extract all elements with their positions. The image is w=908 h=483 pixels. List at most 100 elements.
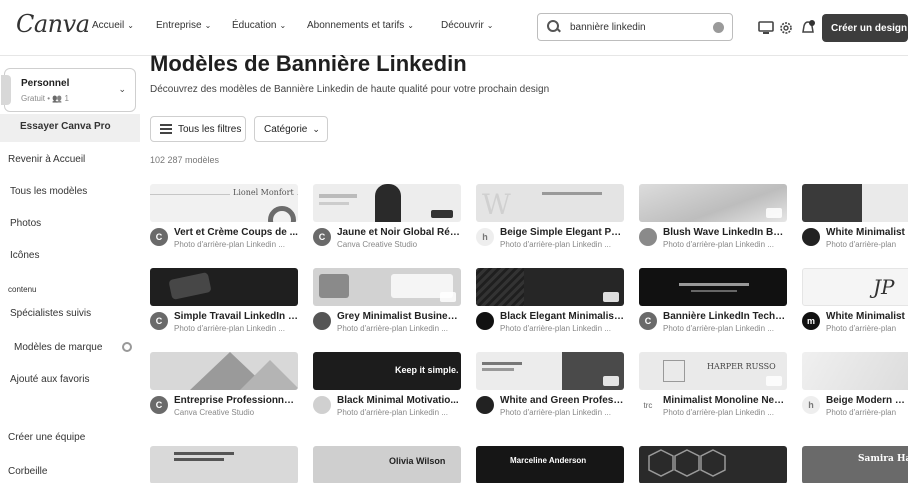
template-thumbnail[interactable] — [313, 184, 461, 222]
template-thumbnail[interactable]: W — [476, 184, 624, 222]
creator-avatar — [802, 228, 820, 246]
template-thumbnail[interactable] — [476, 352, 624, 390]
template-thumbnail[interactable]: JP — [802, 268, 908, 306]
template-title: Black Elegant Minimalist ... — [500, 311, 624, 322]
creator-avatar — [476, 312, 494, 330]
template-thumbnail[interactable] — [802, 184, 908, 222]
clear-search-icon[interactable] — [713, 22, 724, 33]
premium-crown-icon — [440, 292, 456, 302]
template-thumbnail[interactable] — [639, 446, 787, 483]
nav-abonnements[interactable]: Abonnements et tarifs ⌄ — [307, 20, 414, 31]
template-thumbnail[interactable] — [150, 352, 298, 390]
template-card[interactable]: White Minimalist Photo d'arrière-plan — [802, 184, 908, 264]
template-title: Grey Minimalist Business... — [337, 311, 461, 322]
template-card[interactable] — [639, 446, 787, 483]
hexagon-pattern — [648, 449, 726, 477]
template-thumbnail[interactable] — [313, 268, 461, 306]
thumbnail-text: Olivia Wilson — [389, 456, 446, 466]
template-thumbnail[interactable] — [802, 352, 908, 390]
template-title: Beige Modern Ele — [826, 395, 908, 406]
template-title: Minimalist Monoline Neu... — [663, 395, 787, 406]
chevron-down-icon: ⌄ — [486, 21, 494, 30]
search-bar[interactable] — [537, 13, 733, 41]
all-filters-button[interactable]: Tous les filtres — [150, 116, 246, 142]
search-icon — [546, 19, 562, 35]
account-plan: Gratuit • 👥 1 — [21, 94, 69, 103]
creator-avatar: C — [150, 228, 168, 246]
template-thumbnail[interactable] — [476, 268, 624, 306]
template-card[interactable]: h Beige Modern Ele Photo d'arrière-plan — [802, 352, 908, 432]
creator-avatar — [313, 312, 331, 330]
premium-crown-icon — [766, 376, 782, 386]
template-subtitle: Photo d'arrière-plan — [826, 240, 897, 249]
template-card[interactable] — [150, 446, 298, 483]
try-canva-pro-button[interactable]: Essayer Canva Pro — [0, 114, 140, 142]
results-count: 102 287 modèles — [150, 155, 220, 165]
template-subtitle: Photo d'arrière-plan Linkedin ... — [500, 408, 611, 417]
nav-label: Abonnements et tarifs — [307, 20, 405, 31]
template-thumbnail[interactable] — [639, 184, 787, 222]
template-thumbnail[interactable]: Marceline Anderson — [476, 446, 624, 483]
category-label: Catégorie — [264, 123, 308, 135]
sidebar-item-photos[interactable]: Photos — [10, 218, 41, 229]
creator-avatar: C — [150, 396, 168, 414]
template-subtitle: Photo d'arrière-plan Linkedin ... — [337, 324, 448, 333]
template-thumbnail[interactable] — [639, 268, 787, 306]
template-subtitle: Canva Creative Studio — [337, 240, 418, 249]
template-card[interactable]: Olivia Wilson — [313, 446, 461, 483]
template-thumbnail[interactable]: Keep it simple. — [313, 352, 461, 390]
template-thumbnail[interactable]: Lionel Monfort — [150, 184, 298, 222]
person-photo — [375, 184, 401, 222]
sidebar-item-favorites[interactable]: Ajouté aux favoris — [10, 374, 90, 385]
creator-avatar: C — [150, 312, 168, 330]
account-switcher[interactable]: Personnel Gratuit • 👥 1 ⌄ — [1, 68, 136, 112]
nav-education[interactable]: Éducation ⌄ — [232, 20, 286, 31]
canva-logo[interactable]: Canva — [16, 10, 90, 38]
page-subtitle: Découvrez des modèles de Bannière Linked… — [150, 84, 550, 95]
nav-entreprise[interactable]: Entreprise ⌄ — [156, 20, 211, 31]
template-card[interactable]: Samira Ha — [802, 446, 908, 483]
sidebar-item-trash[interactable]: Corbeille — [8, 466, 47, 477]
template-title: White and Green Professi... — [500, 395, 624, 406]
sidebar-item-create-team[interactable]: Créer une équipe — [8, 432, 85, 443]
account-name: Personnel — [21, 78, 70, 89]
search-input[interactable] — [570, 21, 710, 33]
template-thumbnail[interactable]: Samira Ha — [802, 446, 908, 483]
sidebar-item-all-templates[interactable]: Tous les modèles — [10, 186, 87, 197]
thumbnail-text: HARPER RUSSO — [707, 362, 776, 371]
nav-label: Accueil — [92, 20, 125, 31]
template-thumbnail[interactable] — [150, 268, 298, 306]
all-filters-label: Tous les filtres — [178, 123, 242, 135]
page-title: Modèles de Bannière Linkedin — [150, 51, 467, 76]
sidebar-section-content: contenu — [8, 285, 37, 294]
monitor-icon[interactable] — [756, 18, 776, 38]
template-card[interactable]: Marceline Anderson — [476, 446, 624, 483]
template-subtitle: Photo d'arrière-plan Linkedin ... — [663, 240, 774, 249]
template-thumbnail[interactable] — [150, 446, 298, 483]
nav-accueil[interactable]: Accueil ⌄ — [92, 20, 134, 31]
template-title: Vert et Crème Coups de ... — [174, 227, 298, 238]
create-design-button[interactable]: Créer un design — [822, 14, 908, 42]
sidebar-item-brand-templates[interactable]: Modèles de marque — [14, 342, 102, 353]
sidebar-item-followed[interactable]: Spécialistes suivis — [10, 308, 91, 319]
template-subtitle: Photo d'arrière-plan Linkedin ... — [174, 324, 285, 333]
template-thumbnail[interactable]: HARPER RUSSO — [639, 352, 787, 390]
template-subtitle: Photo d'arrière-plan Linkedin ... — [337, 408, 448, 417]
template-card[interactable]: JP m White Minimalist Photo d'arrière-pl… — [802, 268, 908, 348]
brand-kit-icon — [122, 342, 132, 352]
template-title: White Minimalist — [826, 311, 905, 322]
chevron-down-icon: ⌄ — [118, 84, 126, 94]
sidebar-item-home[interactable]: Revenir à Accueil — [8, 154, 85, 165]
template-thumbnail[interactable]: Olivia Wilson — [313, 446, 461, 483]
thumbnail-text: Keep it simple. — [395, 365, 459, 375]
thumbnail-text: Samira Ha — [858, 454, 908, 464]
nav-decouvrir[interactable]: Découvrir ⌄ — [441, 20, 494, 31]
template-subtitle: Photo d'arrière-plan Linkedin ... — [500, 240, 611, 249]
template-title: Jaune et Noir Global Rép... — [337, 227, 461, 238]
template-title: Blush Wave LinkedIn Ban... — [663, 227, 787, 238]
sidebar-item-icons[interactable]: Icônes — [10, 250, 39, 261]
notifications-bell-icon[interactable] — [798, 18, 818, 38]
creator-avatar — [476, 396, 494, 414]
category-dropdown[interactable]: Catégorie ⌄ — [254, 116, 328, 142]
gear-icon[interactable] — [776, 18, 796, 38]
